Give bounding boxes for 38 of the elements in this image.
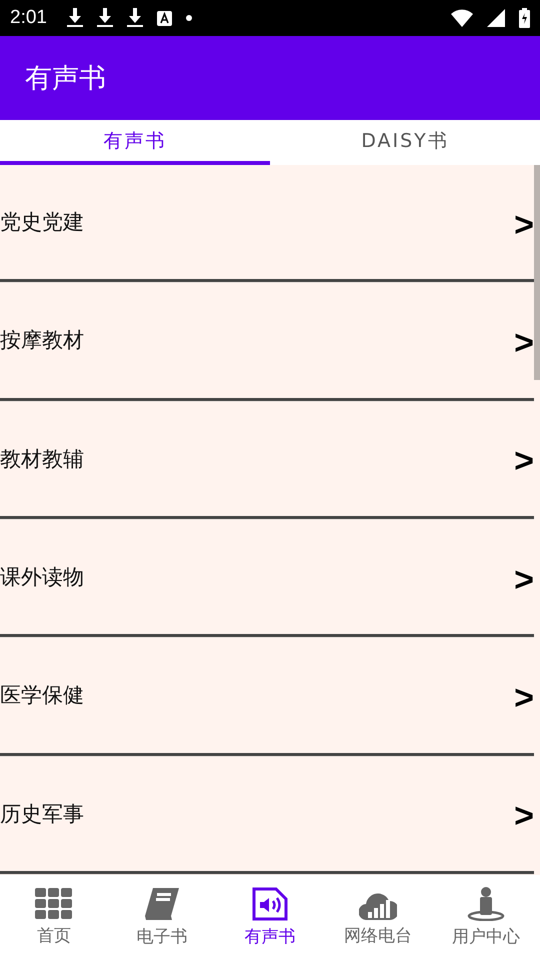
category-label: 历史军事	[0, 800, 84, 828]
category-label: 医学保健	[0, 682, 84, 710]
category-row[interactable]: 教材教辅 >	[0, 402, 534, 519]
download-icon	[126, 8, 143, 28]
signal-icon	[487, 9, 505, 27]
grid-icon	[35, 888, 73, 920]
category-label: 课外读物	[0, 564, 84, 592]
chevron-text: >	[514, 678, 534, 718]
status-time: 2:01	[10, 7, 47, 29]
battery-icon	[519, 8, 530, 28]
nav-tab[interactable]: 首页	[0, 875, 108, 960]
chevron-text: >	[514, 560, 534, 600]
category-label: 按摩教材	[0, 327, 84, 354]
audio-file-icon	[252, 887, 288, 921]
chevron-text: >	[514, 442, 534, 482]
nav-tab[interactable]: 有声书	[216, 875, 324, 960]
category-label: 教材教辅	[0, 446, 84, 473]
app-bar-title: 有声书	[25, 62, 106, 96]
category-label: 党史党建	[0, 209, 84, 236]
nav-tab[interactable]: 网络电台	[324, 875, 432, 960]
category-row[interactable]: 课外读物 >	[0, 520, 534, 638]
download-icon	[66, 8, 83, 28]
wifi-icon	[451, 9, 473, 27]
category-row[interactable]: 按摩教材 >	[0, 283, 534, 401]
dot-icon	[186, 15, 192, 21]
download-icon	[96, 8, 113, 28]
nav-tab[interactable]: 用户中心	[432, 875, 540, 960]
accessibility-icon	[156, 10, 172, 26]
book-icon	[143, 887, 181, 921]
category-row[interactable]: 医学保健 >	[0, 638, 534, 756]
chevron-text: >	[514, 324, 534, 363]
chevron-text: >	[514, 206, 534, 245]
category-row[interactable]: 党史党建 >	[0, 165, 534, 282]
user-icon	[467, 887, 505, 921]
category-row[interactable]: 历史军事 >	[0, 756, 534, 874]
chevron-text: >	[514, 797, 534, 836]
nav-tab[interactable]: 电子书	[108, 875, 216, 960]
tab[interactable]: DAISY书	[270, 120, 540, 165]
